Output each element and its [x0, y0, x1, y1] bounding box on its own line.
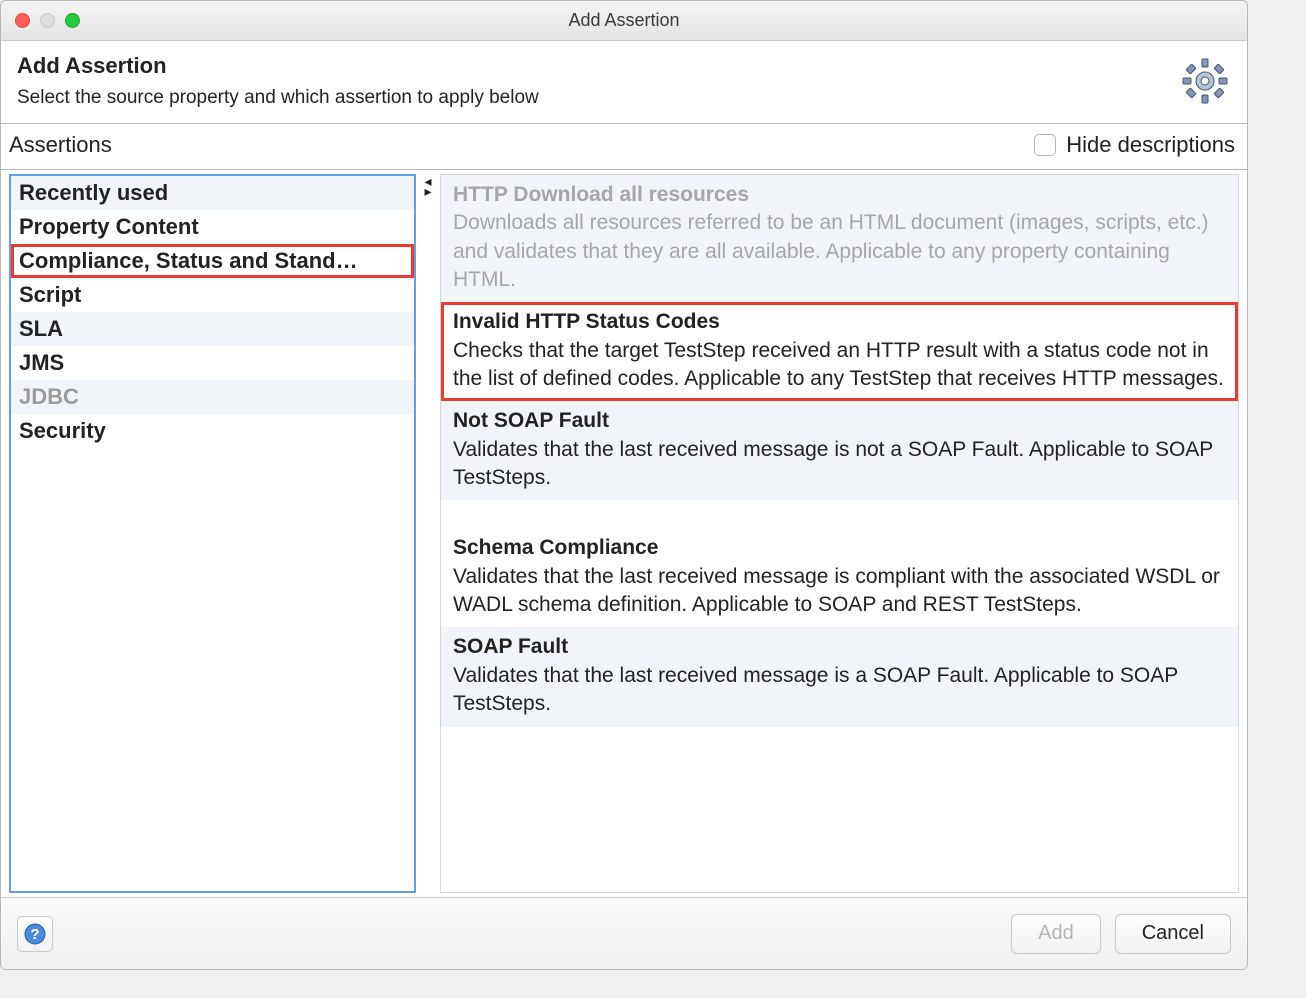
assertion-item[interactable]: SOAP FaultValidates that the last receiv… — [441, 627, 1238, 726]
dialog-window: Add Assertion Add Assertion Select the s… — [0, 0, 1248, 970]
section-header: Assertions Hide descriptions — [1, 124, 1247, 170]
dialog-footer: ? Add Cancel — [1, 897, 1247, 969]
titlebar: Add Assertion — [1, 1, 1247, 41]
help-button[interactable]: ? — [17, 916, 53, 952]
svg-text:?: ? — [30, 926, 39, 943]
category-item[interactable]: Script — [11, 278, 414, 312]
assertion-item[interactable]: Schema ComplianceValidates that the last… — [441, 528, 1238, 627]
category-item[interactable]: SLA — [11, 312, 414, 346]
assertion-list[interactable]: HTTP Download all resourcesDownloads all… — [440, 174, 1239, 893]
collapse-right-icon[interactable]: ▸ — [424, 186, 431, 196]
assertion-title: HTTP Download all resources — [453, 181, 1226, 209]
assertion-description: Checks that the target TestStep received… — [453, 337, 1226, 394]
section-label: Assertions — [9, 132, 1034, 158]
add-button[interactable]: Add — [1011, 914, 1101, 954]
category-item[interactable]: Security — [11, 414, 414, 448]
assertion-description: Downloads all resources referred to be a… — [453, 209, 1226, 294]
assertion-item[interactable]: Not SOAP FaultValidates that the last re… — [441, 401, 1238, 500]
assertion-description: Validates that the last received message… — [453, 563, 1226, 620]
help-icon: ? — [24, 923, 46, 945]
dialog-header: Add Assertion Select the source property… — [1, 41, 1247, 124]
split-pane: Recently usedProperty ContentCompliance,… — [1, 170, 1247, 897]
category-list[interactable]: Recently usedProperty ContentCompliance,… — [9, 174, 416, 893]
assertion-description: Validates that the last received message… — [453, 662, 1226, 719]
category-item[interactable]: Property Content — [11, 210, 414, 244]
split-handle[interactable]: ◂ ▸ — [416, 174, 440, 893]
dialog-subtitle: Select the source property and which ass… — [17, 87, 1179, 109]
dialog-title: Add Assertion — [17, 53, 1179, 79]
cancel-button[interactable]: Cancel — [1115, 914, 1231, 954]
category-item[interactable]: JDBC — [11, 380, 414, 414]
hide-descriptions-checkbox[interactable] — [1034, 134, 1056, 156]
assertion-item[interactable]: Invalid HTTP Status CodesChecks that the… — [441, 302, 1238, 401]
category-item[interactable]: JMS — [11, 346, 414, 380]
category-item[interactable]: Recently used — [11, 176, 414, 210]
category-item[interactable]: Compliance, Status and Stand… — [11, 244, 414, 278]
assertion-title: Invalid HTTP Status Codes — [453, 308, 1226, 336]
gear-icon — [1179, 55, 1231, 107]
assertion-description: Validates that the last received message… — [453, 436, 1226, 493]
assertion-title: Not SOAP Fault — [453, 407, 1226, 435]
window-title: Add Assertion — [1, 10, 1247, 31]
assertion-title: Schema Compliance — [453, 534, 1226, 562]
assertion-item[interactable]: HTTP Download all resourcesDownloads all… — [441, 175, 1238, 302]
hide-descriptions-label: Hide descriptions — [1066, 132, 1235, 158]
assertion-title: SOAP Fault — [453, 633, 1226, 661]
